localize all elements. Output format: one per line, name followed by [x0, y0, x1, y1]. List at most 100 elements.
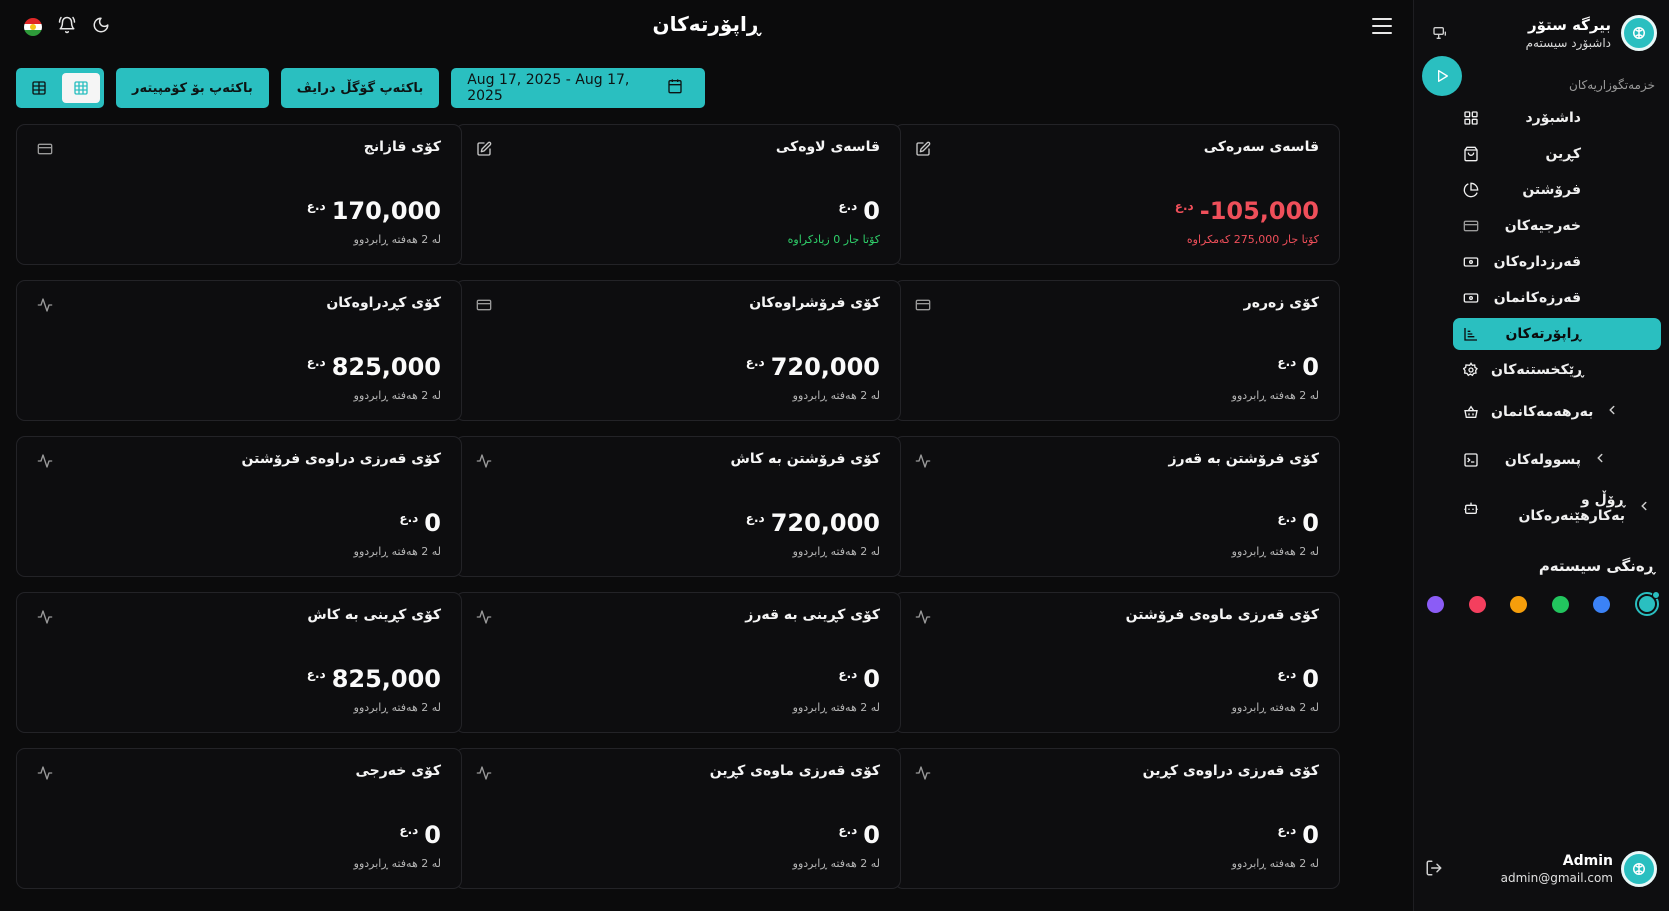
sidebar-item-4[interactable]: قەرزدارەکان: [1453, 246, 1661, 278]
card-value: 0 د.ع: [1277, 353, 1319, 381]
card-subtitle: لە 2 هەفتە ڕابردوو: [792, 701, 880, 714]
card-value: 0 د.ع: [838, 665, 880, 693]
pie-chart-icon: [1463, 182, 1479, 198]
card-title: کۆی قەرزی ماوەی فرۆشتن: [1125, 607, 1319, 623]
currency-label: د.ع: [745, 511, 765, 525]
card-subtitle: لە 2 هەفتە ڕابردوو: [792, 857, 880, 870]
sidebar-toggle-icon[interactable]: [1429, 22, 1451, 44]
sidebar-group-1[interactable]: پسوولەکان: [1453, 438, 1661, 482]
card-value: 0 د.ع: [838, 821, 880, 849]
chevron-left-icon: [1593, 451, 1607, 469]
settings-gear-icon: [1463, 362, 1479, 378]
card-value: 0 د.ع: [399, 821, 441, 849]
card-subtitle: لە 2 هەفتە ڕابردوو: [353, 389, 441, 402]
sidebar-group-2[interactable]: ڕۆڵ و بەکارهێنەرەکان: [1453, 486, 1661, 530]
brand-name: بیرگە ستۆر: [1527, 16, 1611, 34]
sidebar-item-label: فرۆشتن: [1522, 182, 1581, 198]
chevron-left-icon: [1605, 403, 1619, 421]
backup-drive-button[interactable]: باکئەپ گۆگڵ درایڤ: [280, 68, 440, 108]
report-card: کۆی کڕینی بە کاش 825,000 د.ع لە 2 هەفتە ڕاب…: [16, 592, 462, 733]
report-card: قاسەی لاوەکی 0 د.ع کۆتا جار 0 زیادکراوە: [455, 124, 901, 265]
theme-swatch[interactable]: [1634, 591, 1660, 616]
dashboard-icon: [1463, 110, 1479, 126]
menu-hamburger-icon[interactable]: [1372, 18, 1392, 34]
card-value: 825,000 د.ع: [307, 353, 441, 381]
activity-icon: [915, 609, 931, 625]
sidebar-item-label: ڕاپۆرتەکان: [1505, 326, 1581, 342]
report-card: کۆی زەرەر 0 د.ع لە 2 هەفتە ڕابردوو: [894, 280, 1340, 421]
user-profile: Admin admin@gmail.com: [1425, 849, 1657, 889]
banknote-icon: [1463, 254, 1479, 270]
currency-label: د.ع: [306, 199, 326, 213]
theme-swatch[interactable]: [1551, 595, 1569, 613]
card-amount: 720,000: [770, 509, 880, 537]
card-amount: 825,000: [331, 665, 441, 693]
report-card: کۆی قازانج 170,000 د.ع لە 2 هەفتە ڕابردوو: [16, 124, 462, 265]
edit-icon[interactable]: [476, 141, 492, 157]
sidebar-item-label: داشبۆرد: [1525, 110, 1582, 126]
card-amount: 0: [863, 665, 880, 693]
card-value: 170,000 د.ع: [307, 197, 441, 225]
activity-icon: [476, 453, 492, 469]
theme-swatch[interactable]: [1468, 595, 1486, 613]
currency-label: د.ع: [838, 823, 858, 837]
currency-label: د.ع: [1277, 355, 1297, 369]
toolbar: باکئەپ بۆ کۆمپیتەر باکئەپ گۆگڵ درایڤ Aug…: [16, 68, 706, 108]
activity-icon: [37, 765, 53, 781]
card-value: 0 د.ع: [1277, 509, 1319, 537]
report-chart-icon: [1463, 326, 1479, 342]
theme-swatch[interactable]: [1427, 595, 1444, 613]
chevron-left-icon: [1637, 499, 1651, 517]
card-subtitle: کۆتا جار 0 زیادکراوە: [787, 233, 880, 246]
sidebar-item-7[interactable]: ڕێکخستنەکان: [1453, 354, 1661, 386]
card-amount: 105,000-: [1199, 197, 1319, 225]
card-value: 0 د.ع: [399, 509, 441, 537]
logout-icon[interactable]: [1425, 859, 1443, 881]
card-title: کۆی کڕینی بە قەرز: [745, 607, 880, 623]
currency-label: د.ع: [399, 823, 419, 837]
report-card: کۆی فرۆشتن بە قەرز 0 د.ع لە 2 هەفتە ڕابردوو: [894, 436, 1340, 577]
edit-icon[interactable]: [915, 141, 931, 157]
sidebar-item-5[interactable]: قەرزەکانمان: [1453, 282, 1661, 314]
card-title: کۆی زەرەر: [1243, 295, 1319, 311]
sidebar-item-2[interactable]: فرۆشتن: [1453, 174, 1661, 206]
table-view-icon[interactable]: [20, 73, 58, 103]
sidebar-section-label: خزمەتگوزاریەکان: [1569, 78, 1655, 92]
card-amount: 0: [863, 197, 880, 225]
card-subtitle: لە 2 هەفتە ڕابردوو: [1231, 701, 1319, 714]
report-card: کۆی کڕدراوەکان 825,000 د.ع لە 2 هەفتە ڕابرد…: [16, 280, 462, 421]
currency-label: د.ع: [1174, 199, 1194, 213]
sidebar-item-0[interactable]: داشبۆرد: [1453, 102, 1661, 134]
sidebar-nav: داشبۆرد کڕین فرۆشتن خەرجیەکان قەرزدارەکان قەر…: [1453, 102, 1661, 534]
sidebar-item-3[interactable]: خەرجیەکان: [1453, 210, 1661, 242]
currency-label: د.ع: [838, 199, 858, 213]
robot-icon: [1463, 500, 1479, 516]
card-amount: 0: [1302, 821, 1319, 849]
sidebar-item-6[interactable]: ڕاپۆرتەکان: [1453, 318, 1661, 350]
card-subtitle: لە 2 هەفتە ڕابردوو: [353, 701, 441, 714]
brand-logo: [1621, 15, 1657, 51]
grid-view-icon[interactable]: [62, 73, 100, 103]
card-amount: 720,000: [770, 353, 880, 381]
theme-swatch[interactable]: [1593, 595, 1611, 613]
currency-label: د.ع: [1277, 823, 1297, 837]
card-subtitle: لە 2 هەفتە ڕابردوو: [353, 233, 441, 246]
report-card: کۆی خەرجی 0 د.ع لە 2 هەفتە ڕابردوو: [16, 748, 462, 889]
date-range-picker[interactable]: Aug 17, 2025 - Aug 17, 2025: [451, 68, 706, 108]
card-title: کۆی قەرزی ماوەی کڕین: [709, 763, 880, 779]
sidebar: بیرگە ستۆر داشبۆرد سیستەم خزمەتگوزاریەکا…: [1413, 0, 1669, 911]
card-title: کۆی کڕدراوەکان: [326, 295, 441, 311]
sidebar-group-0[interactable]: بەرهەمەکانمان: [1453, 390, 1661, 434]
credit-card-icon: [915, 297, 931, 313]
report-card: کۆی قەرزی دراوەی کڕین 0 د.ع لە 2 هەفتە ڕابر…: [894, 748, 1340, 889]
backup-computer-button[interactable]: باکئەپ بۆ کۆمپیتەر: [116, 68, 269, 108]
card-title: کۆی کڕینی بە کاش: [307, 607, 441, 623]
card-subtitle: کۆتا جار 275,000 کەمکراوە: [1186, 233, 1319, 246]
sidebar-group-label: پسوولەکان: [1504, 452, 1581, 468]
card-subtitle: لە 2 هەفتە ڕابردوو: [1231, 389, 1319, 402]
theme-swatch[interactable]: [1510, 595, 1528, 613]
user-avatar: [1621, 851, 1657, 887]
sidebar-item-1[interactable]: کڕین: [1453, 138, 1661, 170]
play-button[interactable]: [1422, 56, 1462, 96]
sidebar-item-label: خەرجیەکان: [1504, 218, 1581, 234]
